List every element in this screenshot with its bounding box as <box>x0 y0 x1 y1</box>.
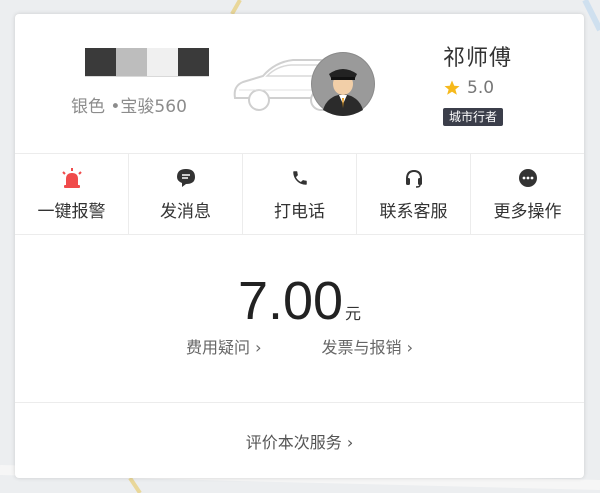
more-icon <box>518 168 537 187</box>
invoice-link[interactable]: 发票与报销 › <box>322 334 414 358</box>
more-actions-label: 更多操作 <box>493 201 562 222</box>
alarm-label: 一键报警 <box>37 201 106 222</box>
divider <box>15 402 584 403</box>
license-plate-masked <box>85 48 209 77</box>
driver-badge: 城市行者 <box>443 108 504 126</box>
driver-rating: 5.0 <box>443 78 494 98</box>
driver-name: 祁师傅 <box>443 46 513 71</box>
fare-unit: 元 <box>345 304 362 323</box>
message-label: 发消息 <box>160 201 211 222</box>
driver-avatar[interactable] <box>311 52 375 116</box>
phone-icon <box>292 170 307 185</box>
fare-display: 7.00 元 <box>15 270 584 332</box>
call-button[interactable]: 打电话 <box>243 154 357 234</box>
more-actions-button[interactable]: 更多操作 <box>471 154 584 234</box>
message-icon <box>176 168 195 187</box>
rate-service-label: 评价本次服务 <box>245 433 342 452</box>
message-button[interactable]: 发消息 <box>129 154 243 234</box>
customer-service-label: 联系客服 <box>379 201 448 222</box>
car-info: 银色 •宝骏560 <box>71 97 187 117</box>
customer-service-button[interactable]: 联系客服 <box>357 154 471 234</box>
trip-card: 银色 •宝骏560 祁师傅 5.0 城市行者 一键报警 发消息 打电话 联系客服… <box>15 14 584 478</box>
fare-question-link[interactable]: 费用疑问 › <box>186 334 262 358</box>
call-label: 打电话 <box>274 201 325 222</box>
star-icon <box>444 80 460 95</box>
alarm-button[interactable]: 一键报警 <box>15 154 129 234</box>
rating-value: 5.0 <box>467 78 495 98</box>
headset-icon <box>405 169 422 188</box>
fare-links: 费用疑问 › 发票与报销 › <box>15 334 584 358</box>
rate-service-button[interactable]: 评价本次服务 › <box>15 429 584 453</box>
alarm-icon <box>61 167 82 188</box>
action-bar: 一键报警 发消息 打电话 联系客服 更多操作 <box>15 153 584 235</box>
fare-amount: 7.00 <box>237 271 344 331</box>
